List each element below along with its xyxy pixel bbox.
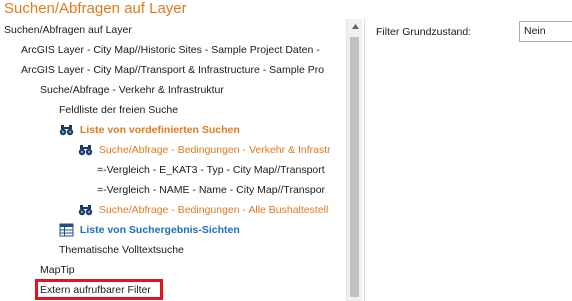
tree-item-label: =-Vergleich - E_KAT3 - Typ - City Map//T… — [97, 164, 325, 176]
tree-item-compare-name[interactable]: =-Vergleich - NAME - Name - City Map//Tr… — [97, 180, 325, 200]
filter-default-field[interactable]: Nein — [519, 21, 572, 42]
tree-item-compare-ekat3[interactable]: =-Vergleich - E_KAT3 - Typ - City Map//T… — [97, 160, 325, 180]
tree-item-conditions-bus-stops[interactable]: Suche/Abfrage - Bedingungen - Alle Busha… — [78, 200, 328, 220]
tree-item-label: Suche/Abfrage - Bedingungen - Verkehr & … — [98, 144, 331, 156]
tree-item-result-views[interactable]: Liste von Suchergebnis-Sichten — [59, 220, 240, 240]
selection-highlight — [35, 279, 163, 300]
tree-item-label: =-Vergleich - NAME - Name - City Map//Tr… — [97, 184, 326, 196]
tree-item-search-transport[interactable]: Suche/Abfrage - Verkehr & Infrastruktur — [40, 80, 224, 100]
tree-item-label: Suche/Abfrage - Verkehr & Infrastruktur — [40, 84, 224, 96]
tree-item-layer-transport[interactable]: ArcGIS Layer - City Map//Transport & Inf… — [21, 60, 324, 80]
filter-default-label: Filter Grundzustand: — [376, 26, 472, 38]
scroll-thumb[interactable] — [350, 37, 359, 297]
tree-item-label: Suche/Abfrage - Bedingungen - Alle Busha… — [98, 204, 329, 216]
page-title: Suchen/Abfragen auf Layer — [4, 0, 187, 17]
tree-item-conditions-transport[interactable]: Suche/Abfrage - Bedingungen - Verkehr & … — [78, 140, 331, 160]
panel-divider — [364, 19, 365, 301]
tree-item-predefined-searches[interactable]: Liste von vordefinierten Suchen — [59, 120, 240, 140]
tree-item-layer-historic-sites[interactable]: ArcGIS Layer - City Map//Historic Sites … — [21, 40, 320, 60]
tree-item-label: Liste von Suchergebnis-Sichten — [79, 224, 240, 236]
tree-item-free-search-fields[interactable]: Feldliste der freien Suche — [59, 100, 178, 120]
tree-item-label: ArcGIS Layer - City Map//Transport & Inf… — [21, 64, 325, 76]
tree-item-maptip[interactable]: MapTip — [40, 260, 75, 280]
tree-scrollbar[interactable] — [346, 19, 362, 301]
tree-item-label: MapTip — [40, 264, 75, 276]
tree-item-label: ArcGIS Layer - City Map//Historic Sites … — [21, 44, 320, 56]
tree-view[interactable]: Suchen/Abfragen auf Layer ArcGIS Layer -… — [0, 20, 364, 301]
tree-item-label: Liste von vordefinierten Suchen — [79, 124, 240, 136]
binoculars-icon — [59, 120, 74, 140]
scroll-up-arrow-icon[interactable] — [347, 19, 363, 35]
binoculars-icon — [78, 140, 93, 160]
tree-item-fulltext-search[interactable]: Thematische Volltextsuche — [59, 240, 184, 260]
tree-item-label: Feldliste der freien Suche — [59, 104, 179, 116]
table-view-icon — [59, 220, 74, 240]
tree-item-label: Thematische Volltextsuche — [59, 244, 184, 256]
tree-item-root[interactable]: Suchen/Abfragen auf Layer — [4, 20, 132, 40]
tree-item-label: Suchen/Abfragen auf Layer — [4, 24, 132, 36]
binoculars-icon — [78, 200, 93, 220]
